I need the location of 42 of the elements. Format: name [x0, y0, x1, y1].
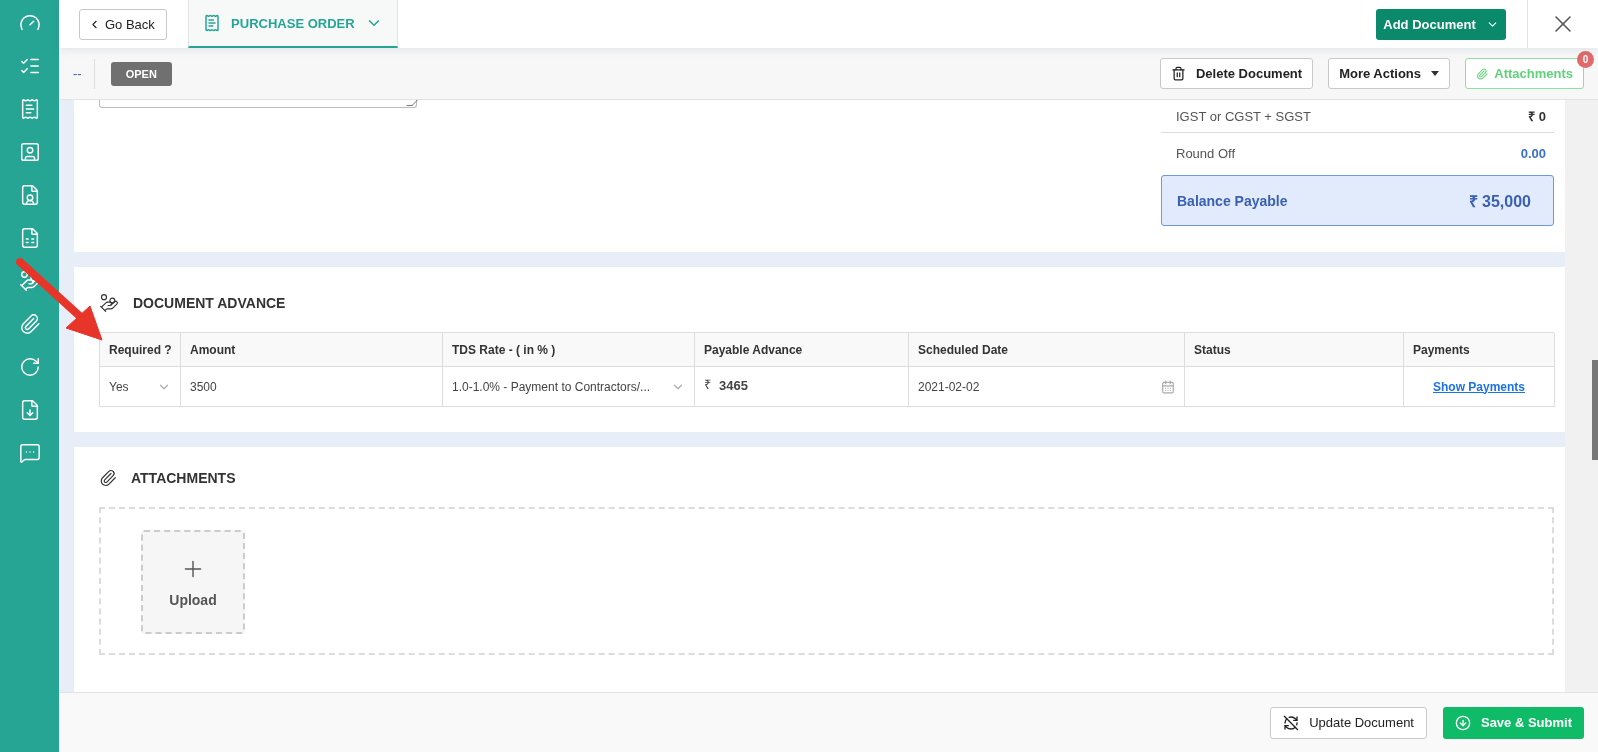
column-header: Required ?	[100, 333, 181, 367]
column-header: TDS Rate - ( in % )	[443, 333, 695, 367]
caret-icon	[1431, 71, 1439, 76]
back-button[interactable]: Go Back	[79, 8, 167, 40]
column-header: Payments	[1404, 333, 1555, 367]
document-number: --	[73, 66, 82, 81]
date-field[interactable]: 2021-02-02	[918, 379, 1175, 394]
tds-rate-select[interactable]: 1.0-1.0% - Payment to Contractors/...	[452, 379, 685, 394]
add-document-button[interactable]: Add Document	[1376, 8, 1506, 40]
drop-zone[interactable]: Upload	[99, 507, 1554, 655]
summary-value: ₹ 0	[1528, 108, 1546, 125]
receipt-icon	[203, 14, 222, 32]
section-title: ATTACHMENTS	[131, 470, 236, 486]
summary-label: Round Off	[1176, 145, 1236, 161]
summary-label: IGST or CGST + SGST	[1176, 108, 1311, 124]
amount-field[interactable]: 3500	[181, 367, 443, 407]
trash-icon	[1170, 66, 1186, 81]
column-header: Scheduled Date	[909, 333, 1185, 367]
section-title: DOCUMENT ADVANCE	[133, 295, 286, 311]
show-payments-link[interactable]: Show Payments	[1433, 379, 1525, 394]
balance-label: Balance Payable	[1177, 192, 1288, 209]
payable-advance: ₹ 3465	[704, 377, 748, 395]
notes-field[interactable]	[99, 100, 417, 108]
paperclip-icon	[99, 469, 117, 487]
summary-value: 0.00	[1520, 145, 1546, 161]
hand-coin-icon	[99, 293, 119, 313]
update-document-button[interactable]: Update Document	[1270, 706, 1427, 739]
column-header: Status	[1185, 333, 1404, 367]
upload-button[interactable]: Upload	[141, 530, 245, 634]
download-circle-icon	[1454, 714, 1471, 731]
scrollbar[interactable]	[1565, 100, 1598, 692]
more-actions-button[interactable]: More Actions	[1328, 58, 1450, 89]
count-badge: 0	[1577, 51, 1594, 68]
status-badge: OPEN	[110, 61, 172, 86]
refresh-icon	[1283, 714, 1300, 731]
column-header: Payable Advance	[695, 333, 909, 367]
paperclip-icon	[1476, 65, 1489, 82]
calendar-icon	[1161, 379, 1175, 394]
required-select[interactable]: Yes	[109, 379, 171, 394]
delete-document-button[interactable]: Delete Document	[1159, 58, 1314, 89]
balance-value: ₹ 35,000	[1468, 191, 1531, 212]
column-header: Amount	[181, 333, 443, 367]
